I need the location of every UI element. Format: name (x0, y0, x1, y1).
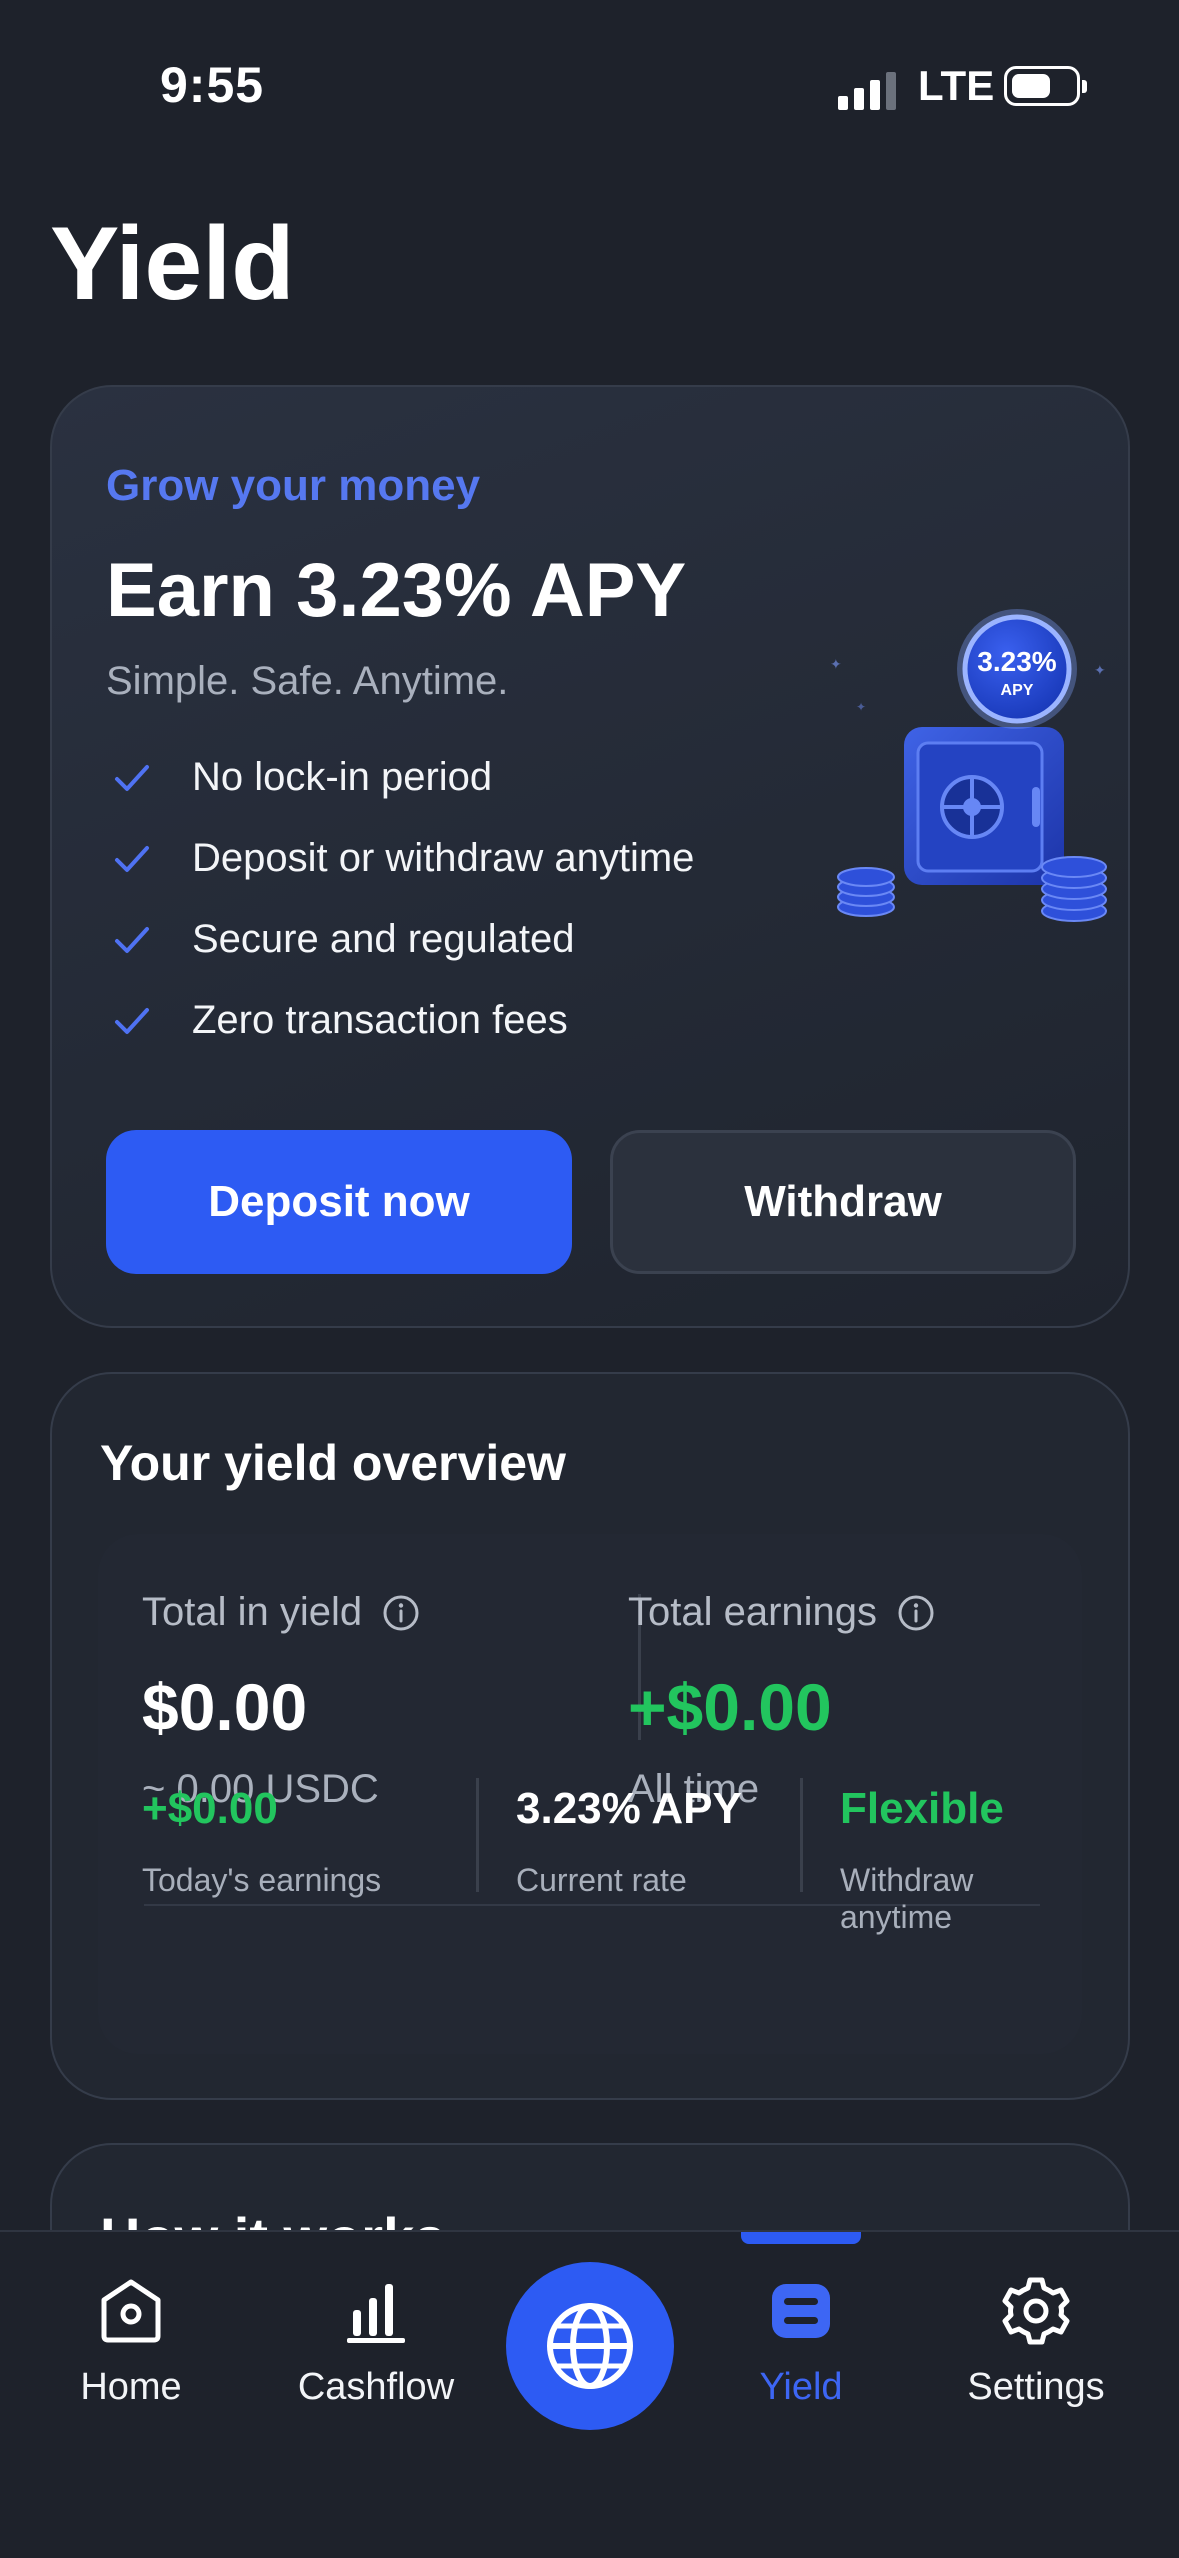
promo-headline: Earn 3.23% APY (106, 548, 687, 633)
signal-strength-icon (838, 72, 896, 110)
flexible-value: Flexible (840, 1784, 1004, 1833)
check-icon (115, 764, 149, 791)
bar-chart-icon (347, 2284, 405, 2343)
page-title: Yield (50, 206, 295, 322)
feature-text: No lock-in period (192, 755, 493, 799)
feature-text: Zero transaction fees (192, 998, 568, 1042)
current-rate-label: Current rate (516, 1862, 687, 1898)
status-time: 9:55 (160, 57, 265, 113)
deposit-now-button[interactable]: Deposit now (106, 1130, 572, 1274)
info-icon[interactable] (382, 1594, 420, 1632)
tab-yield-label: Yield (759, 2366, 843, 2408)
network-type: LTE (918, 62, 995, 109)
feature-item: Zero transaction fees (106, 980, 694, 1061)
total-in-yield-value: $0.00 (142, 1670, 308, 1744)
badge-rate: 3.23% (977, 646, 1056, 677)
divider (476, 1778, 479, 1892)
check-icon (115, 926, 149, 953)
tab-yield[interactable]: Yield (691, 2274, 911, 2409)
feature-item: Deposit or withdraw anytime (106, 818, 694, 899)
active-tab-indicator (741, 2232, 861, 2244)
withdraw-button[interactable]: Withdraw (610, 1130, 1076, 1274)
vault-safe-illustration: ✦ ✦ ✦ 3.23% APY (830, 609, 1107, 922)
svg-text:✦: ✦ (856, 700, 866, 714)
feature-item: Secure and regulated (106, 899, 694, 980)
feature-text: Secure and regulated (192, 917, 575, 961)
battery-icon (1004, 66, 1087, 106)
total-in-yield-label: Total in yield (142, 1590, 363, 1634)
yield-overview-card: Your yield overview Total in yield $0.00… (50, 1372, 1130, 2100)
current-rate-value: 3.23% APY (516, 1784, 742, 1833)
bottom-tab-bar: Home Cashflow Yield Settings (0, 2230, 1179, 2558)
flexible-label: Withdraw anytime (840, 1862, 974, 1935)
total-earnings-stat: Total earnings +$0.00 All time (628, 1590, 935, 1812)
badge-apy-label: APY (1001, 682, 1034, 699)
wallet-icon (772, 2284, 830, 2338)
home-icon (101, 2279, 161, 2343)
globe-icon (547, 2303, 633, 2389)
total-earnings-label: Total earnings (628, 1590, 878, 1634)
tab-cashflow-label: Cashflow (297, 2366, 455, 2408)
total-in-yield-stat: Total in yield $0.00 ~ 0.00 USDC (142, 1590, 420, 1812)
todays-earnings-stat: +$0.00 Today's earnings (142, 1784, 381, 1899)
total-earnings-value: +$0.00 (628, 1670, 832, 1744)
check-icon (115, 845, 149, 872)
center-action-button[interactable] (506, 2262, 674, 2430)
divider (800, 1778, 803, 1892)
overview-title: Your yield overview (100, 1435, 566, 1491)
overview-stats-panel: Total in yield $0.00 ~ 0.00 USDC Total e… (98, 1534, 1082, 2054)
tab-settings[interactable]: Settings (926, 2274, 1146, 2409)
feature-list: No lock-in period Deposit or withdraw an… (106, 737, 694, 1061)
status-bar: 9:55 LTE (0, 0, 1179, 170)
tab-settings-label: Settings (967, 2366, 1105, 2408)
tab-home[interactable]: Home (21, 2274, 241, 2409)
tab-cashflow[interactable]: Cashflow (266, 2274, 486, 2409)
feature-text: Deposit or withdraw anytime (192, 836, 695, 880)
todays-earnings-label: Today's earnings (142, 1862, 382, 1898)
svg-text:✦: ✦ (1094, 662, 1106, 678)
promo-eyebrow: Grow your money (106, 461, 481, 510)
promo-subheadline: Simple. Safe. Anytime. (106, 659, 509, 703)
feature-item: No lock-in period (106, 737, 694, 818)
check-icon (115, 1007, 149, 1034)
tab-home-label: Home (80, 2366, 182, 2408)
svg-text:✦: ✦ (830, 656, 842, 672)
yield-promo-card: Grow your money Earn 3.23% APY Simple. S… (50, 385, 1130, 1328)
info-icon[interactable] (897, 1594, 935, 1632)
gear-icon (1002, 2277, 1070, 2345)
flexible-stat: Flexible Withdraw anytime (840, 1784, 1082, 1936)
todays-earnings-value: +$0.00 (142, 1784, 278, 1833)
current-rate-stat: 3.23% APY Current rate (516, 1784, 742, 1899)
